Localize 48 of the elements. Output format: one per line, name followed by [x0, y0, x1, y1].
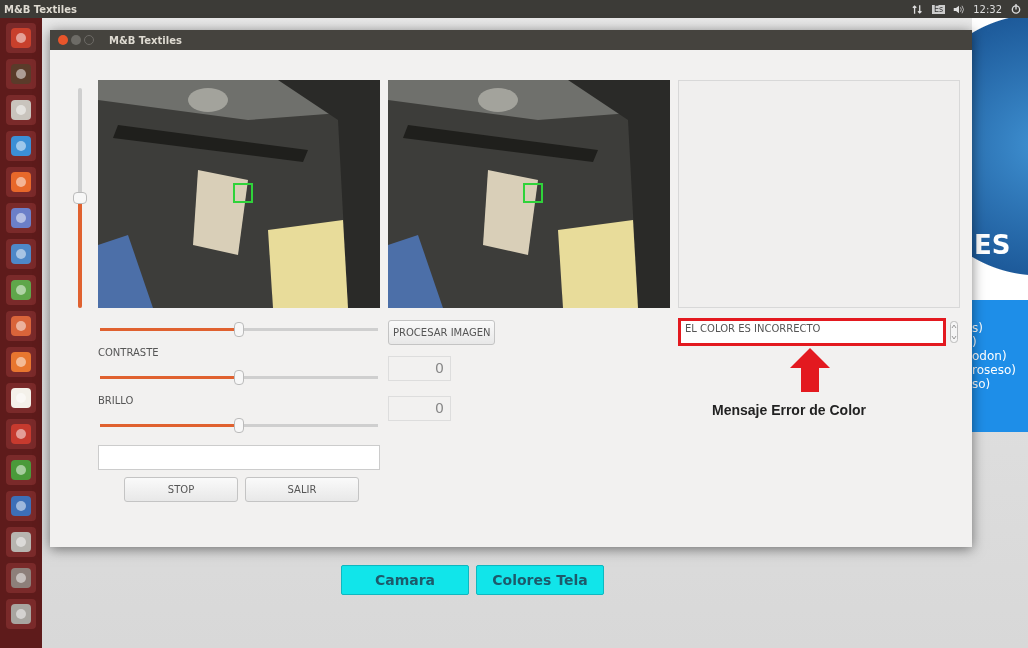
list-item[interactable]: odon) — [972, 350, 1028, 362]
app-button[interactable]: Camara — [341, 565, 469, 595]
power-icon[interactable] — [1010, 3, 1022, 15]
app-icon[interactable] — [5, 490, 37, 522]
app-icon[interactable] — [5, 202, 37, 234]
logo-text: ES — [973, 230, 1011, 260]
list-item[interactable]: s) — [972, 322, 1028, 334]
list-item[interactable]: so) — [972, 378, 1028, 390]
app-icon[interactable] — [5, 454, 37, 486]
app-icon[interactable] — [5, 382, 37, 414]
app-icon[interactable] — [5, 274, 37, 306]
app-icon[interactable] — [5, 562, 37, 594]
app-icon[interactable] — [5, 22, 37, 54]
slider[interactable] — [100, 370, 378, 385]
vertical-slider[interactable] — [73, 88, 87, 308]
action-button[interactable]: STOP — [124, 477, 238, 502]
app-button[interactable]: Colores Tela — [476, 565, 604, 595]
app-icon[interactable] — [5, 346, 37, 378]
clock[interactable]: 12:32 — [973, 3, 1002, 15]
close-icon[interactable] — [58, 35, 68, 45]
annotation-text: Mensaje Error de Color — [712, 402, 868, 418]
action-button[interactable]: SALIR — [245, 477, 359, 502]
app-icon[interactable] — [5, 238, 37, 270]
annotation-arrow — [790, 348, 830, 392]
app-icon[interactable] — [5, 310, 37, 342]
window-title: M&B Textiles — [109, 34, 182, 46]
slider-label: CONTRASTE — [98, 347, 160, 358]
value-display: 0 — [388, 396, 451, 421]
value-display: 0 — [388, 356, 451, 381]
app-icon[interactable] — [5, 598, 37, 630]
message-field[interactable]: EL COLOR ES INCORRECTO — [678, 318, 946, 346]
keyboard-indicator[interactable]: Es — [931, 4, 946, 14]
slider-label: BRILLO — [98, 395, 135, 406]
volume-icon[interactable] — [953, 3, 966, 15]
app-icon[interactable] — [5, 58, 37, 90]
slider[interactable] — [100, 322, 378, 337]
list-item[interactable]: roseso) — [972, 364, 1028, 376]
app-icon[interactable] — [5, 130, 37, 162]
active-app-title: M&B Textiles — [4, 3, 77, 15]
app-icon[interactable] — [5, 166, 37, 198]
list-item[interactable]: ) — [972, 336, 1028, 348]
app-icon[interactable] — [5, 418, 37, 450]
process-image-button[interactable]: PROCESAR IMAGEN — [388, 320, 496, 345]
text-field[interactable] — [98, 445, 380, 470]
slider[interactable] — [100, 418, 378, 433]
app-icon[interactable] — [5, 94, 37, 126]
network-icon[interactable] — [911, 3, 924, 15]
app-icon[interactable] — [5, 526, 37, 558]
